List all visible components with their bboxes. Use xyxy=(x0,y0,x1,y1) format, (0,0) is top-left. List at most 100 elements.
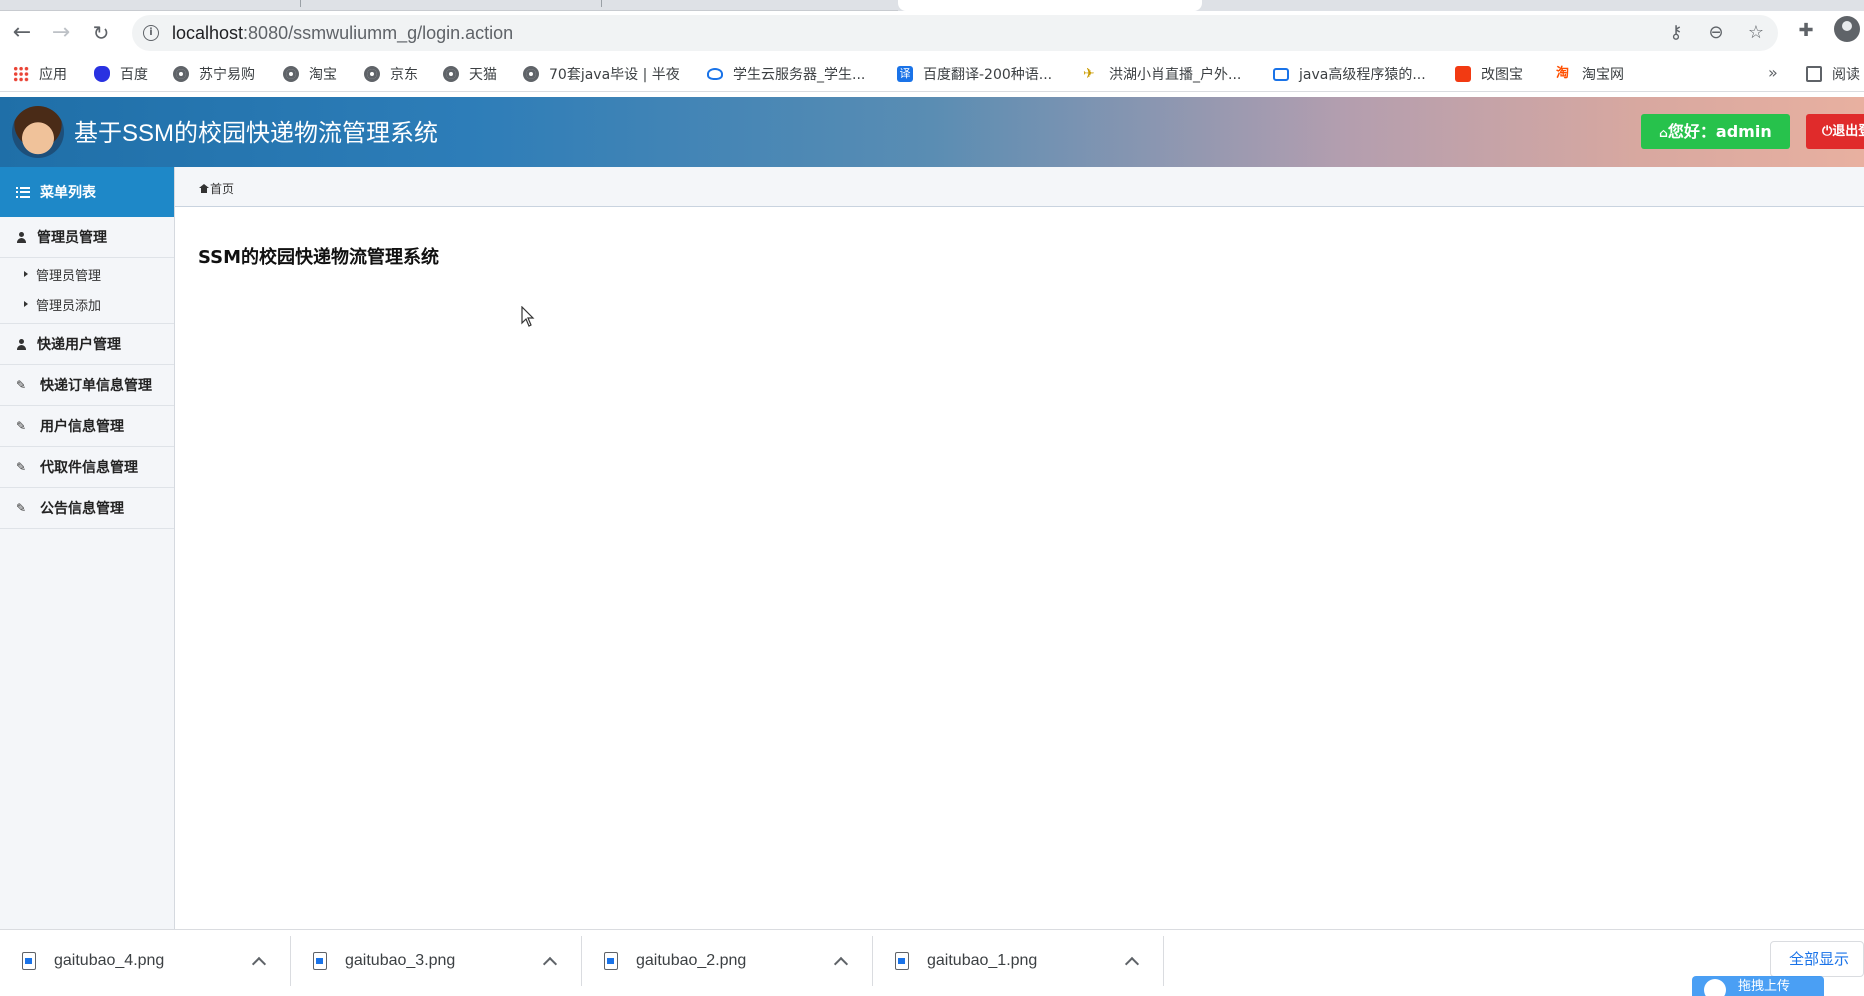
sidebar-item-user-info[interactable]: ✎ 用户信息管理 xyxy=(0,406,174,446)
username-label: admin xyxy=(1715,122,1772,141)
browser-tab-strip xyxy=(0,0,1864,11)
sidebar-item-orders[interactable]: ✎ 快递订单信息管理 xyxy=(0,365,174,405)
download-item[interactable]: gaitubao_3.png xyxy=(291,936,582,986)
chevron-up-icon[interactable] xyxy=(543,955,555,967)
baidu-icon xyxy=(94,66,110,82)
sidebar-item-notices[interactable]: ✎ 公告信息管理 xyxy=(0,488,174,528)
download-filename: gaitubao_1.png xyxy=(927,952,1038,969)
reading-list-label: 阅读 xyxy=(1832,67,1860,83)
bookmark-item[interactable]: 学生云服务器_学生... xyxy=(707,64,865,84)
globe-icon xyxy=(173,66,189,82)
breadcrumb[interactable]: 首页 xyxy=(199,180,234,197)
browser-tab[interactable] xyxy=(1202,0,1864,11)
show-all-downloads-button[interactable]: 全部显示 xyxy=(1770,941,1864,977)
sidebar-item-label: 代取件信息管理 xyxy=(40,460,138,476)
bookmark-item[interactable]: 译百度翻译-200种语... xyxy=(897,64,1052,84)
menu-title: 菜单列表 xyxy=(40,185,96,201)
globe-icon xyxy=(443,66,459,82)
reload-icon[interactable]: ↻ xyxy=(88,21,114,47)
bookmark-label: 改图宝 xyxy=(1481,67,1523,83)
greeting-label: 您好： xyxy=(1667,122,1716,141)
sidebar-item-label: 快递用户管理 xyxy=(37,337,121,353)
sidebar-item-admin-management[interactable]: 管理员管理 xyxy=(0,217,174,257)
key-icon[interactable]: ⚷ xyxy=(1665,22,1687,44)
bookmarks-bar: 应用 百度 苏宁易购 淘宝 京东 天猫 70套java毕设 | 半夜 学生云服务… xyxy=(0,56,1864,92)
app-header: 基于SSM的校园快递物流管理系统 ⌂您好：admin ⏻退出登 xyxy=(0,97,1864,167)
bookmark-item[interactable]: 京东 xyxy=(364,64,418,84)
menu-list-header[interactable]: 菜单列表 xyxy=(0,167,174,217)
globe-icon xyxy=(364,66,380,82)
breadcrumb-home: 首页 xyxy=(210,182,235,196)
url-host: localhost xyxy=(172,23,244,43)
extensions-puzzle-icon[interactable]: ✚ xyxy=(1794,19,1818,43)
bookmark-item[interactable]: 改图宝 xyxy=(1455,64,1523,84)
chevron-up-icon[interactable] xyxy=(252,955,264,967)
sidebar-group-admin: 管理员管理 管理员管理 管理员添加 xyxy=(0,217,174,324)
bookmark-item[interactable]: 淘宝 xyxy=(283,64,337,84)
bookmark-item[interactable]: 70套java毕设 | 半夜 xyxy=(523,64,680,84)
profile-avatar-icon[interactable] xyxy=(1834,16,1860,42)
home-icon: ⌂ xyxy=(1659,126,1668,140)
sidebar-subitem-admin-add[interactable]: 管理员添加 xyxy=(0,289,174,319)
sidebar: 菜单列表 管理员管理 管理员管理 管理员添加 快递用户管理 ✎ 快递订单信息管理 … xyxy=(0,167,175,929)
bookmark-label: 淘宝 xyxy=(309,67,337,83)
edit-icon: ✎ xyxy=(16,460,27,474)
logout-button[interactable]: ⏻退出登 xyxy=(1806,114,1864,149)
download-filename: gaitubao_4.png xyxy=(54,952,165,969)
bookmark-label: java高级程序猿的... xyxy=(1299,67,1426,83)
bookmark-item[interactable]: 天猫 xyxy=(443,64,497,84)
bookmark-item[interactable]: 苏宁易购 xyxy=(173,64,255,84)
bookmark-label: 70套java毕设 | 半夜 xyxy=(549,67,680,83)
reading-list[interactable]: 阅读 xyxy=(1806,64,1860,84)
logout-label: 退出登 xyxy=(1832,124,1864,139)
globe-icon xyxy=(523,66,539,82)
image-file-icon xyxy=(22,952,36,970)
sidebar-group-user-info: ✎ 用户信息管理 xyxy=(0,406,174,447)
zoom-icon[interactable]: ⊖ xyxy=(1705,22,1727,44)
taobao-icon: 淘 xyxy=(1556,66,1570,81)
download-shelf: gaitubao_4.png gaitubao_3.png gaitubao_2… xyxy=(0,929,1864,996)
download-item[interactable]: gaitubao_2.png xyxy=(582,936,873,986)
bookmark-item[interactable]: ✈ 洪湖小肖直播_户外... xyxy=(1083,64,1241,84)
globe-icon xyxy=(283,66,299,82)
bookmark-item[interactable]: java高级程序猿的... xyxy=(1273,64,1426,84)
caret-right-icon xyxy=(24,271,28,277)
address-bar[interactable]: i localhost:8080/ssmwuliumm_g/login.acti… xyxy=(132,15,1778,51)
logo-avatar xyxy=(12,106,64,158)
star-icon[interactable]: ☆ xyxy=(1745,22,1767,44)
url-text[interactable]: localhost:8080/ssmwuliumm_g/login.action xyxy=(172,23,513,44)
home-icon xyxy=(199,184,209,193)
bookmark-label: 淘宝网 xyxy=(1582,67,1624,83)
bookmark-label: 苏宁易购 xyxy=(199,67,255,83)
browser-tab[interactable] xyxy=(0,0,898,11)
sidebar-group-pickup: ✎ 代取件信息管理 xyxy=(0,447,174,488)
bookmark-item[interactable]: 淘淘宝网 xyxy=(1556,64,1624,84)
sidebar-item-pickup[interactable]: ✎ 代取件信息管理 xyxy=(0,447,174,487)
info-icon[interactable]: i xyxy=(143,25,159,41)
more-bookmarks-icon[interactable]: » xyxy=(1768,63,1778,82)
bookmark-item[interactable]: 百度 xyxy=(94,64,148,84)
back-arrow-icon[interactable]: ← xyxy=(9,21,35,47)
chevron-up-icon[interactable] xyxy=(834,955,846,967)
forward-arrow-icon[interactable]: → xyxy=(48,21,74,47)
drag-upload-widget[interactable]: 拖拽上传 xyxy=(1692,976,1824,996)
chevron-up-icon[interactable] xyxy=(1125,955,1137,967)
image-file-icon xyxy=(604,952,618,970)
download-item[interactable]: gaitubao_1.png xyxy=(873,936,1164,986)
user-greeting-button[interactable]: ⌂您好：admin xyxy=(1641,114,1790,149)
sidebar-item-courier-users[interactable]: 快递用户管理 xyxy=(0,324,174,364)
sidebar-subitem-admin-list[interactable]: 管理员管理 xyxy=(0,259,174,289)
download-item[interactable]: gaitubao_4.png xyxy=(0,936,291,986)
bookmark-item[interactable]: 应用 xyxy=(13,64,67,84)
sidebar-subitem-label: 管理员管理 xyxy=(36,268,102,284)
user-icon xyxy=(16,231,27,243)
edit-icon: ✎ xyxy=(16,501,27,515)
user-icon xyxy=(16,338,27,350)
tab-separator xyxy=(601,0,602,7)
bookmark-label: 学生云服务器_学生... xyxy=(733,67,866,83)
mouse-cursor-icon xyxy=(521,306,535,327)
bookmark-label: 应用 xyxy=(39,67,67,83)
app-title: 基于SSM的校园快递物流管理系统 xyxy=(74,120,439,147)
browser-tab-active[interactable] xyxy=(898,0,1202,11)
sidebar-group-notices: ✎ 公告信息管理 xyxy=(0,488,174,529)
